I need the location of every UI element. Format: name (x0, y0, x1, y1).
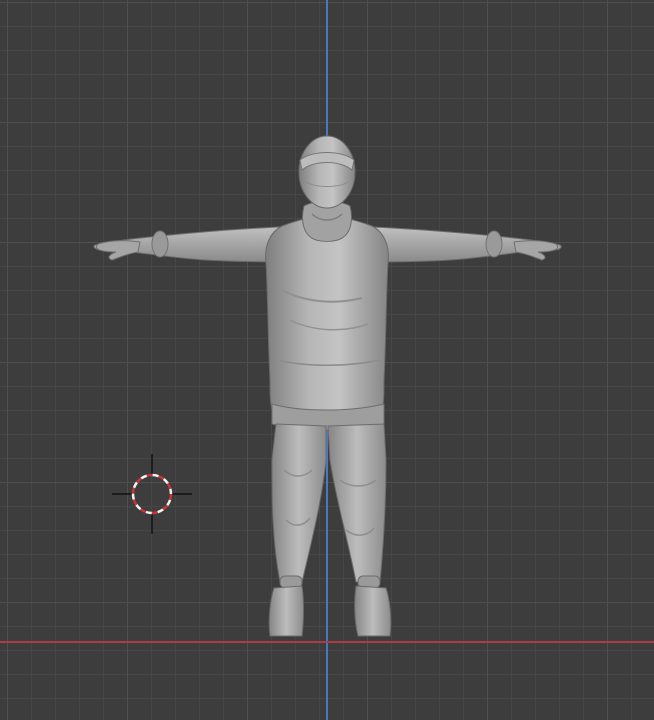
3d-cursor-icon[interactable] (110, 452, 194, 536)
character-model[interactable] (0, 0, 654, 720)
left-shoe (268, 585, 304, 637)
torso (265, 215, 389, 411)
right-hand (513, 240, 558, 261)
right-shoe (354, 585, 392, 637)
right-leg (327, 423, 387, 583)
3d-viewport[interactable] (0, 0, 654, 720)
left-leg (271, 423, 327, 583)
left-hand (96, 240, 141, 261)
head (298, 135, 356, 209)
